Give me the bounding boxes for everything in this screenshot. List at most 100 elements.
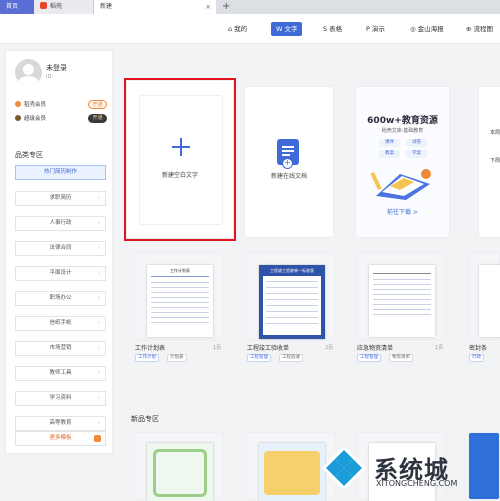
nav-writer[interactable]: W 文字 bbox=[271, 22, 303, 36]
vip-row-super: 超级会员 开通 bbox=[15, 114, 107, 124]
template-tag[interactable]: 工程验收 bbox=[279, 354, 303, 362]
nav-label: 演示 bbox=[371, 25, 385, 33]
thumb-title: 工程竣工验收单一标准版 bbox=[270, 268, 314, 273]
template-thumbnail: 工作计划表 bbox=[147, 265, 213, 337]
template-tag[interactable]: 工作计划 bbox=[135, 354, 159, 362]
user-id: ID: bbox=[46, 74, 54, 80]
nav-label: 表格 bbox=[329, 25, 343, 33]
template-title[interactable]: 工程竣工验收单 bbox=[247, 343, 289, 352]
edu-resources-banner[interactable]: 600w+教育资源 稻壳文库·基础教育 课件 试卷 教案 学案 前往下载 > bbox=[355, 86, 450, 238]
poster-icon: ◎ bbox=[410, 25, 416, 33]
nav-presentation[interactable]: P 演示 bbox=[361, 22, 390, 36]
watermark-url: XITONGCHENG.COM bbox=[376, 479, 458, 488]
category-teacher-tools[interactable]: 教师工具 › bbox=[15, 366, 106, 381]
chevron-right-icon: › bbox=[97, 345, 100, 351]
category-hot-resume[interactable]: 热门简历制作 bbox=[15, 165, 106, 180]
template-title[interactable]: 密封条 bbox=[469, 343, 487, 352]
docer-logo-icon bbox=[40, 2, 47, 9]
partial-line: 下周 bbox=[490, 158, 500, 164]
nav-label: 我的 bbox=[234, 25, 248, 33]
template-card-supply-list[interactable] bbox=[356, 252, 446, 340]
template-card-work-plan[interactable]: 工作计划表 bbox=[134, 252, 224, 340]
nav-flowchart[interactable]: ⊕ 流程图 bbox=[461, 22, 493, 36]
template-title[interactable]: 应急物资清单 bbox=[357, 343, 393, 352]
category-label: 法律合同 bbox=[49, 245, 72, 251]
category-more-templates[interactable]: 更多模板 bbox=[15, 431, 106, 446]
new-template-card[interactable] bbox=[134, 432, 224, 501]
category-study[interactable]: 学习资料 › bbox=[15, 391, 106, 406]
open-docer-vip-button[interactable]: 开通 bbox=[88, 100, 107, 109]
category-label: 人事行政 bbox=[49, 220, 72, 226]
edu-tag: 课件 bbox=[379, 139, 400, 147]
category-label: 平面设计 bbox=[49, 270, 72, 276]
template-pages: 2页 bbox=[325, 345, 334, 351]
template-tag[interactable]: 行政 bbox=[469, 354, 484, 362]
category-label: 学习资料 bbox=[49, 395, 72, 401]
template-tag[interactable]: 计划表 bbox=[167, 354, 187, 362]
template-tag[interactable]: 工程管理 bbox=[357, 354, 381, 362]
template-card-completion-form[interactable]: 工程竣工验收单一标准版 bbox=[246, 252, 336, 340]
tab-home[interactable]: 首页 bbox=[0, 0, 34, 14]
nav-poster[interactable]: ◎ 金山海报 bbox=[405, 22, 449, 36]
template-tag[interactable]: 工程管理 bbox=[247, 354, 271, 362]
avatar-body bbox=[18, 76, 39, 86]
category-office[interactable]: 职场办公 › bbox=[15, 291, 106, 306]
avatar[interactable] bbox=[15, 59, 42, 86]
category-higher-edu[interactable]: 高等教育 › bbox=[15, 416, 106, 431]
tab-label: 首页 bbox=[6, 3, 19, 10]
template-pages: 1页 bbox=[213, 345, 222, 351]
chevron-right-icon: › bbox=[97, 295, 100, 301]
category-label: 市场营销 bbox=[49, 345, 72, 351]
home-icon: ⌂ bbox=[228, 25, 233, 33]
partial-line: 本周 bbox=[490, 130, 500, 136]
partial-right-card[interactable]: 本周 下周 bbox=[478, 86, 500, 238]
new-online-doc-card[interactable]: + 新建在线文档 bbox=[244, 86, 334, 238]
category-label: 职场办公 bbox=[49, 295, 72, 301]
template-title[interactable]: 工作计划表 bbox=[135, 343, 165, 352]
tab-new[interactable]: 新建 × bbox=[94, 0, 216, 14]
add-tab-button[interactable]: + bbox=[222, 0, 230, 14]
user-name[interactable]: 未登录 bbox=[46, 63, 67, 73]
edu-tag: 试卷 bbox=[406, 139, 427, 147]
chevron-right-icon: › bbox=[97, 395, 100, 401]
close-tab-icon[interactable]: × bbox=[205, 0, 211, 14]
nav-mine[interactable]: ⌂ 我的 bbox=[223, 22, 252, 36]
go-download-link[interactable]: 前往下载 > bbox=[356, 207, 449, 216]
template-thumbnail: 工程竣工验收单一标准版 bbox=[259, 265, 325, 339]
category-legal-contract[interactable]: 法律合同 › bbox=[15, 241, 106, 256]
nav-spreadsheet[interactable]: S 表格 bbox=[318, 22, 347, 36]
template-card-seal[interactable] bbox=[468, 252, 500, 340]
category-graphic-design[interactable]: 平面设计 › bbox=[15, 266, 106, 281]
template-thumbnail bbox=[479, 265, 500, 337]
new-section-title: 新品专区 bbox=[131, 415, 159, 423]
category-label: 热门简历制作 bbox=[43, 169, 77, 175]
category-hr-admin[interactable]: 人事行政 › bbox=[15, 216, 106, 231]
category-label: 信纸手帐 bbox=[49, 320, 72, 326]
template-tag[interactable]: 物资清单 bbox=[389, 354, 413, 362]
new-template-card[interactable] bbox=[468, 432, 500, 500]
category-stationery[interactable]: 信纸手帐 › bbox=[15, 316, 106, 331]
category-section-title: 品类专区 bbox=[15, 151, 43, 159]
highlight-box bbox=[124, 78, 236, 241]
edu-tag: 学案 bbox=[406, 150, 427, 158]
tab-bar: 首页 稻壳 新建 × + bbox=[0, 0, 500, 14]
category-marketing[interactable]: 市场营销 › bbox=[15, 341, 106, 356]
edu-tag: 教案 bbox=[379, 150, 400, 158]
edu-subtitle: 稻壳文库·基础教育 bbox=[381, 128, 424, 134]
category-label: 高等教育 bbox=[49, 420, 72, 426]
nav-label: 流程图 bbox=[473, 25, 493, 33]
category-label: 更多模板 bbox=[49, 435, 72, 441]
tab-docer[interactable]: 稻壳 bbox=[34, 0, 94, 14]
document-type-nav: ⌂ 我的 W 文字 S 表格 P 演示 ◎ 金山海报 ⊕ 流程图 bbox=[0, 14, 500, 44]
category-resume[interactable]: 求职简历 › bbox=[15, 191, 106, 206]
open-super-vip-button[interactable]: 开通 bbox=[88, 114, 107, 123]
tab-label: 新建 bbox=[100, 3, 113, 10]
chevron-right-icon: › bbox=[97, 320, 100, 326]
chevron-right-icon: › bbox=[97, 245, 100, 251]
new-online-doc-label: 新建在线文档 bbox=[270, 173, 307, 180]
flow-icon: ⊕ bbox=[466, 25, 472, 33]
chevron-right-icon: › bbox=[97, 220, 100, 226]
vip-label: 超级会员 bbox=[24, 116, 47, 122]
more-badge-icon bbox=[94, 435, 101, 442]
p-icon: P bbox=[366, 25, 370, 33]
